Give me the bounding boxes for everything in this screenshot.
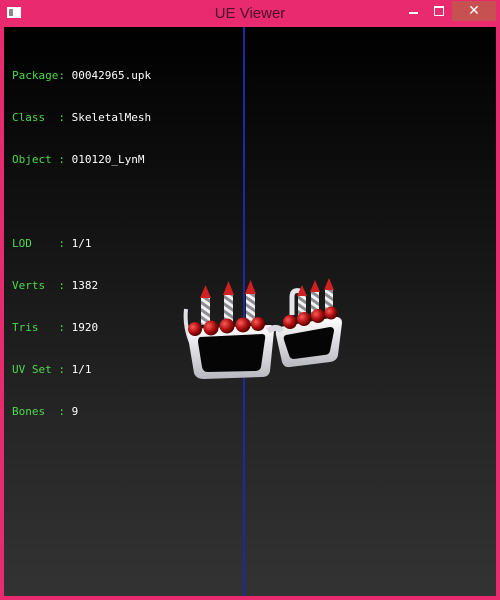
title-bar[interactable]: UE Viewer ✕: [0, 0, 500, 27]
info-object-label: Object :: [12, 153, 65, 166]
info-lod-row: LOD : 1/1: [12, 237, 151, 251]
maximize-icon: [434, 5, 444, 16]
info-object-value: 010120_LynM: [71, 153, 145, 166]
info-uvset-row: UV Set : 1/1: [12, 363, 151, 377]
info-lod-value: 1/1: [71, 237, 92, 250]
info-tris-label: Tris :: [12, 321, 65, 334]
info-lod-label: LOD :: [12, 237, 65, 250]
info-object-row: Object : 010120_LynM: [12, 153, 151, 167]
minimize-icon: [408, 11, 418, 14]
minimize-button[interactable]: [400, 1, 426, 21]
info-bones-value: 9: [71, 405, 79, 418]
info-uvset-value: 1/1: [71, 363, 92, 376]
info-package-value: 00042965.upk: [71, 69, 152, 82]
info-tris-value: 1920: [71, 321, 99, 334]
info-verts-label: Verts :: [12, 279, 65, 292]
info-bones-row: Bones : 9: [12, 405, 151, 419]
info-bones-label: Bones :: [12, 405, 65, 418]
info-class-label: Class :: [12, 111, 65, 124]
skeletal-mesh-model[interactable]: [174, 267, 354, 387]
info-class-value: SkeletalMesh: [71, 111, 152, 124]
info-package-row: Package: 00042965.upk: [12, 69, 151, 83]
info-tris-row: Tris : 1920: [12, 321, 151, 335]
left-candles: [200, 280, 256, 325]
close-button[interactable]: ✕: [452, 1, 496, 21]
info-verts-row: Verts : 1382: [12, 279, 151, 293]
info-package-label: Package:: [12, 69, 65, 82]
info-verts-value: 1382: [71, 279, 99, 292]
info-uvset-label: UV Set :: [12, 363, 65, 376]
close-icon: ✕: [468, 3, 480, 19]
maximize-button[interactable]: [426, 1, 452, 21]
mesh-info-overlay: Package: 00042965.upk Class : SkeletalMe…: [12, 41, 151, 447]
info-class-row: Class : SkeletalMesh: [12, 111, 151, 125]
3d-viewport[interactable]: Package: 00042965.upk Class : SkeletalMe…: [4, 27, 496, 596]
app-window: UE Viewer ✕ Package: 00042965.upk Class …: [0, 0, 500, 600]
